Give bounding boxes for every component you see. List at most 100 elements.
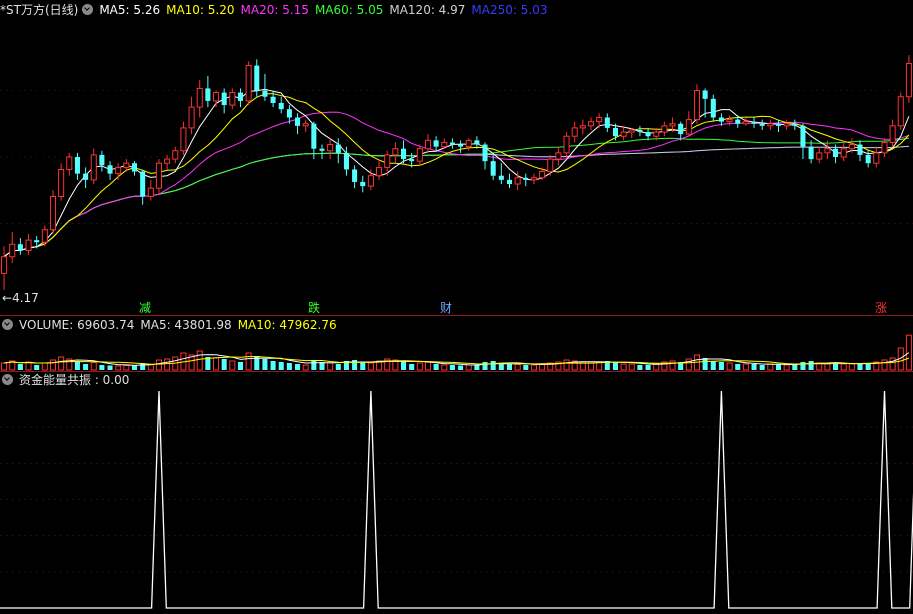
candle-body: [792, 123, 798, 126]
candle-body: [155, 162, 162, 189]
candle-down: [523, 173, 529, 187]
candle-body: [311, 123, 317, 149]
candle-body: [123, 162, 130, 168]
volume-bar-down: [506, 364, 513, 370]
candle-up: [49, 190, 57, 234]
candle-up: [742, 117, 749, 126]
candle-down: [678, 121, 684, 141]
candle-up: [530, 173, 537, 185]
volume-bar-down: [735, 364, 741, 370]
chevron-down-icon[interactable]: [2, 374, 13, 385]
candle-up: [840, 140, 847, 162]
candle-body: [254, 65, 260, 91]
volume-bar-up: [90, 362, 97, 371]
candle-down: [352, 165, 358, 189]
candle-body: [628, 129, 635, 133]
candle-up: [424, 134, 431, 153]
volume-bar-up: [579, 362, 586, 371]
candle-down: [140, 169, 146, 205]
volume-bar-down: [34, 365, 40, 370]
tag-finance[interactable]: 财: [440, 299, 452, 316]
candle-body: [865, 154, 871, 164]
candle-body: [205, 88, 211, 101]
indicator-chart[interactable]: [0, 388, 913, 612]
candle-body: [384, 154, 391, 168]
candle-body: [742, 121, 749, 125]
candle-body: [905, 62, 912, 98]
candle-body: [140, 171, 146, 197]
volume-ma10: MA10: 47962.76: [237, 318, 337, 332]
candle-down: [498, 163, 504, 185]
volume-bar-down: [262, 359, 268, 370]
left-arrow-icon: ←: [2, 291, 13, 305]
chevron-down-icon[interactable]: [82, 4, 94, 15]
candle-body: [685, 119, 692, 135]
tag-reduce[interactable]: 减: [139, 299, 151, 316]
candle-up: [587, 117, 595, 130]
candle-body: [563, 135, 570, 154]
ma250-label: MA250: 5.03: [471, 3, 548, 17]
volume-bar-up: [848, 363, 855, 371]
candle-up: [180, 121, 187, 155]
volume-bar-down: [107, 365, 113, 370]
ma60-label: MA60: 5.05: [314, 3, 384, 17]
candle-body: [278, 102, 284, 110]
volume-bar-down: [295, 364, 301, 370]
candle-down: [270, 90, 276, 108]
candle-body: [441, 141, 448, 148]
candle-body: [131, 163, 138, 172]
tag-fall[interactable]: 跌: [308, 299, 320, 316]
volume-bar-down: [702, 358, 708, 370]
chevron-down-icon[interactable]: [2, 319, 13, 330]
candle-body: [530, 177, 537, 181]
candle-down: [400, 140, 407, 164]
candle-up: [188, 96, 195, 135]
volume-bar-down: [99, 365, 105, 370]
candle-body: [245, 65, 252, 102]
volume-bar-down: [286, 363, 292, 370]
candle-up: [147, 179, 154, 201]
tag-rise[interactable]: 涨: [875, 299, 887, 316]
volume-bar-down: [808, 361, 814, 370]
volume-bar-down: [800, 362, 806, 370]
volume-bar-up: [767, 363, 774, 371]
volume-bar-up: [783, 364, 790, 371]
volume-bar-up: [685, 358, 692, 371]
candle-body: [751, 121, 757, 124]
volume-bar-up: [416, 362, 423, 371]
volume-bar-down: [645, 365, 651, 370]
candle-down: [237, 88, 244, 108]
volume-chart[interactable]: [0, 333, 913, 371]
volume-bar-down: [751, 364, 757, 370]
candle-body: [596, 117, 603, 123]
candle-down: [751, 117, 757, 128]
candle-body: [286, 109, 292, 118]
candle-body: [661, 125, 668, 133]
volume-bar-down: [718, 362, 724, 370]
candle-body: [889, 125, 896, 143]
candle-down: [759, 119, 765, 130]
volume-bar-down: [637, 365, 643, 370]
candle-body: [759, 123, 765, 126]
candle-body: [34, 240, 40, 243]
candle-down: [99, 150, 105, 172]
volume-bar-down: [482, 362, 488, 370]
volume-bar-down: [792, 365, 798, 370]
candle-body: [881, 141, 888, 154]
candle-body: [25, 239, 32, 252]
volume-bar-up: [889, 357, 896, 371]
candle-up: [571, 121, 578, 143]
candle-body: [416, 148, 423, 162]
volume-bar-up: [164, 358, 171, 371]
candle-body: [833, 148, 839, 157]
candle-body: [458, 144, 464, 147]
candle-body: [514, 177, 521, 185]
price-chart[interactable]: [0, 18, 913, 314]
volume-bar-down: [710, 361, 716, 370]
candle-body: [229, 92, 236, 106]
candle-up: [767, 119, 774, 130]
candle-body: [335, 144, 341, 153]
volume-bar-up: [1, 362, 8, 371]
candle-body: [571, 127, 578, 137]
candle-body: [555, 152, 562, 160]
